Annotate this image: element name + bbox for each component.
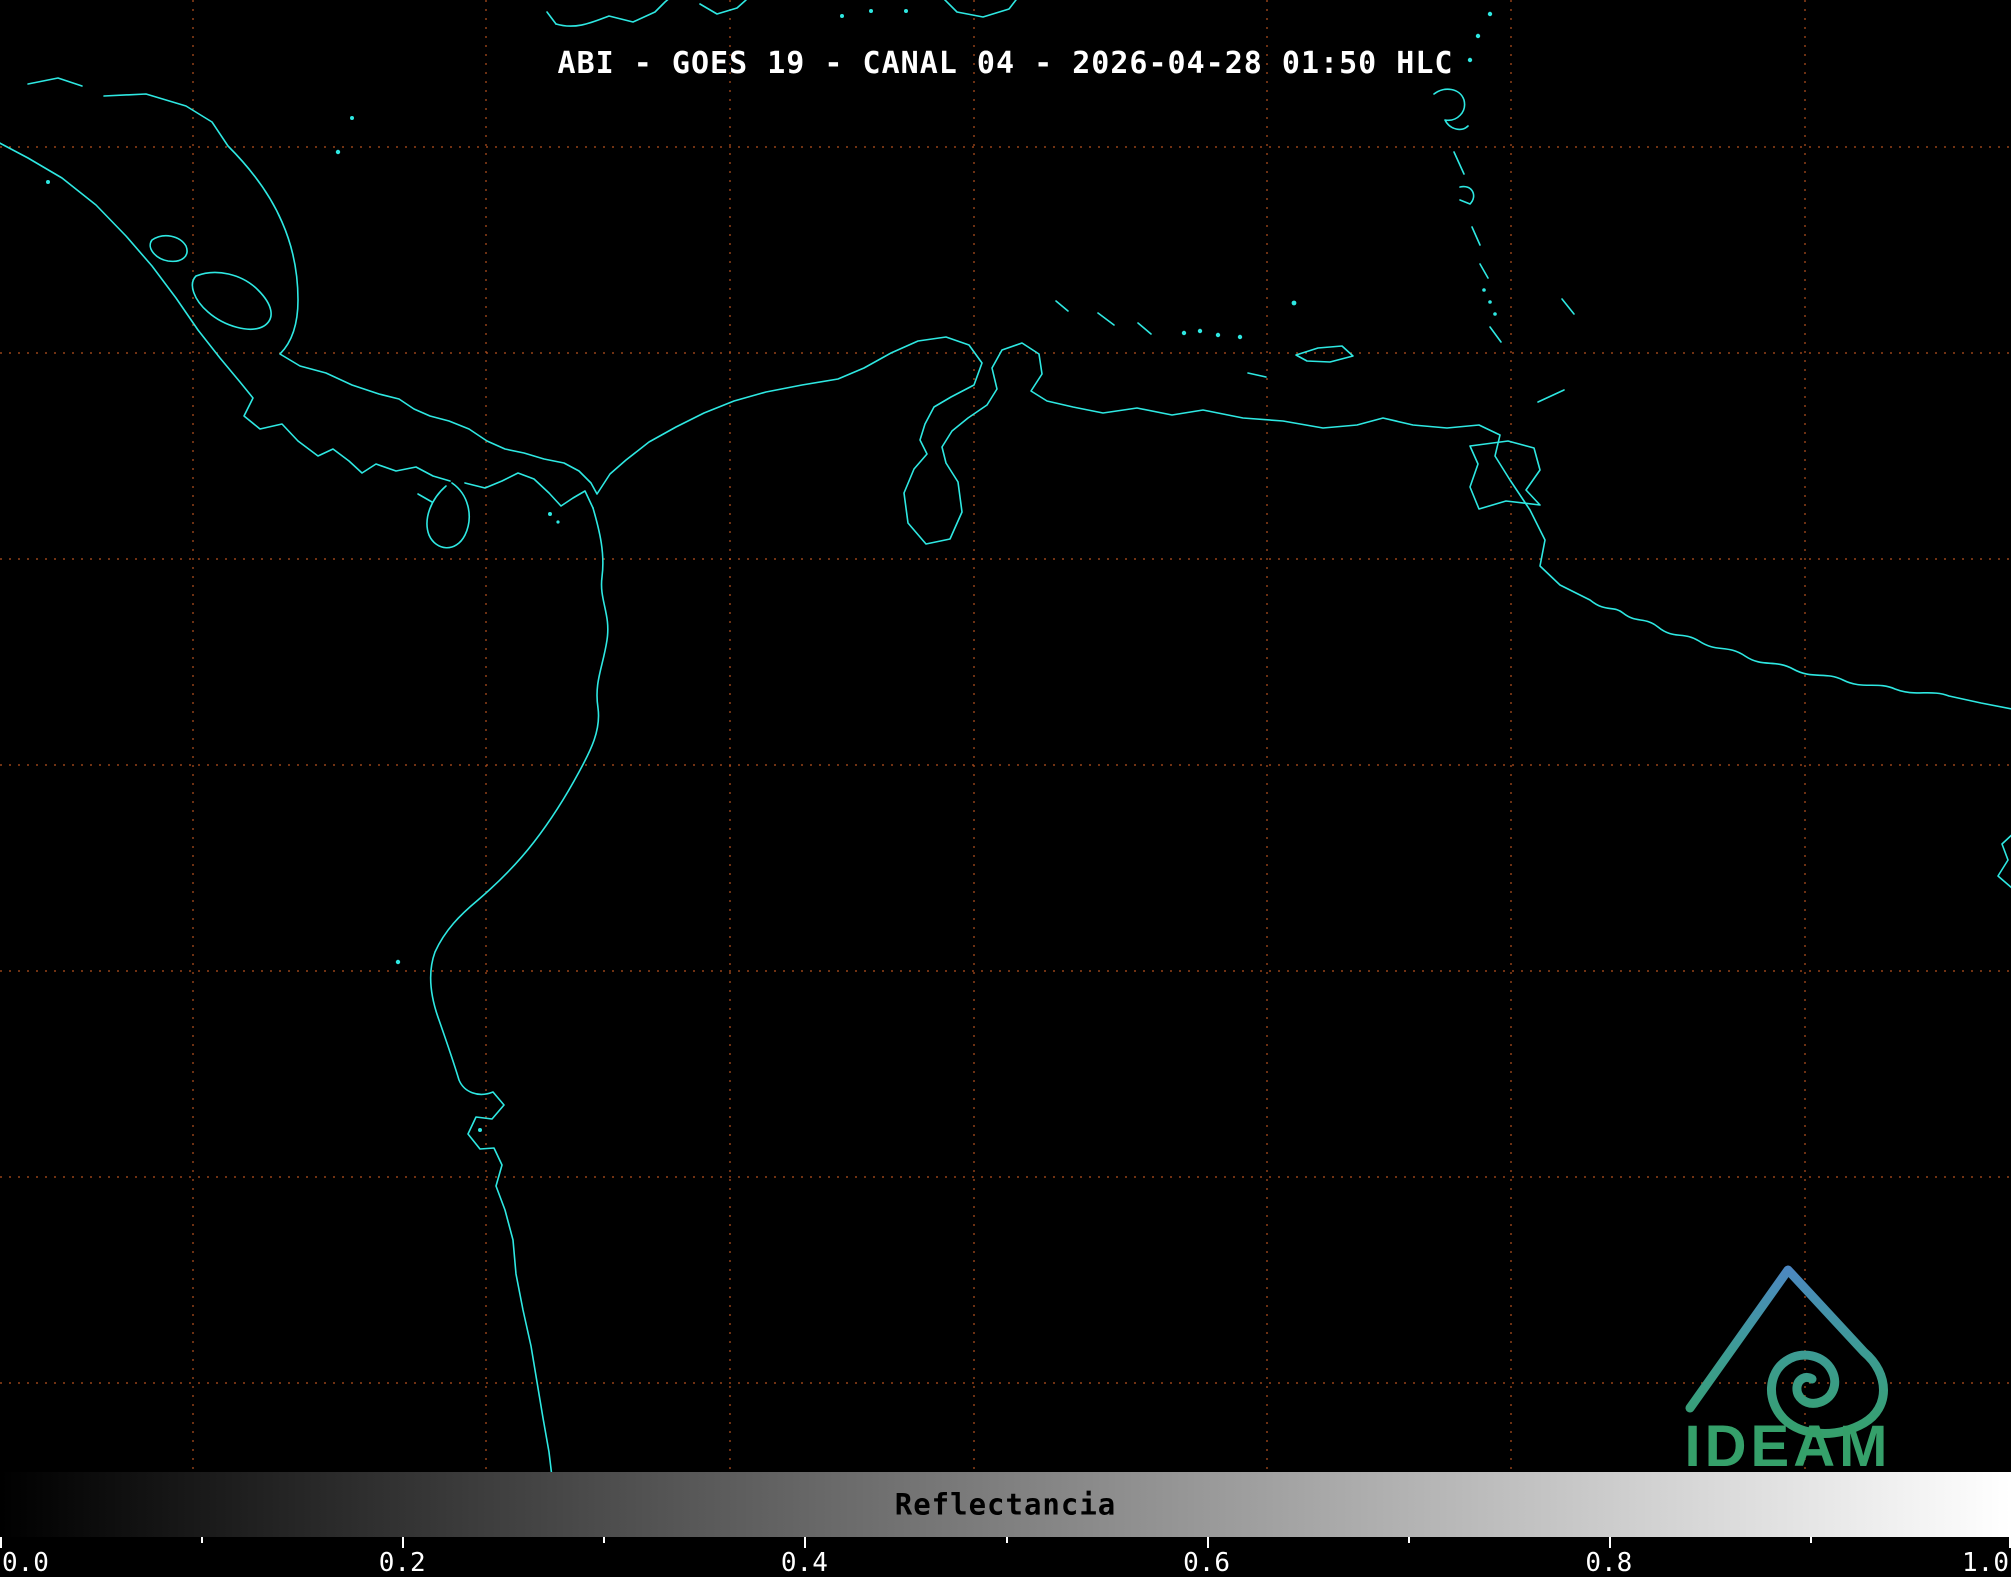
- ideam-logo: IDEAM: [1685, 1265, 1892, 1472]
- colorbar-tick-label: 0.6: [1183, 1548, 1231, 1577]
- colorbar-major-tick: [0, 1537, 2, 1548]
- colorbar-minor-tick: [603, 1537, 606, 1543]
- colorbar-tick-label: 0.8: [1585, 1548, 1633, 1577]
- colorbar-axis: 0.0 0.2 0.4 0.6 0.8 1.0: [0, 1537, 2011, 1577]
- colorbar: Reflectancia: [0, 1472, 2011, 1537]
- colorbar-major-tick: [1206, 1537, 1209, 1548]
- colorbar-minor-tick: [201, 1537, 204, 1543]
- map-area: IDEAM ABI - GOES 19 - CANAL 04 - 2026-04…: [0, 0, 2011, 1472]
- colorbar-label: Reflectancia: [894, 1486, 1117, 1521]
- colorbar-major-tick: [402, 1537, 405, 1548]
- colorbar-minor-tick: [1809, 1537, 1812, 1543]
- satellite-image-viewport: IDEAM ABI - GOES 19 - CANAL 04 - 2026-04…: [0, 0, 2011, 1577]
- colorbar-tick-label: 0.2: [378, 1548, 426, 1577]
- image-title: ABI - GOES 19 - CANAL 04 - 2026-04-28 01…: [557, 46, 1454, 81]
- colorbar-minor-tick: [1005, 1537, 1008, 1543]
- colorbar-tick-label: 1.0: [1962, 1548, 2009, 1577]
- ideam-mountain-spiral-icon: [1685, 1265, 1888, 1438]
- colorbar-major-tick: [804, 1537, 807, 1548]
- colorbar-tick-label: 0.4: [780, 1548, 828, 1577]
- colorbar-tick-label: 0.0: [2, 1548, 49, 1577]
- colorbar-major-tick: [1608, 1537, 1611, 1548]
- colorbar-minor-tick: [1407, 1537, 1410, 1543]
- logo-text: IDEAM: [1685, 1414, 1892, 1472]
